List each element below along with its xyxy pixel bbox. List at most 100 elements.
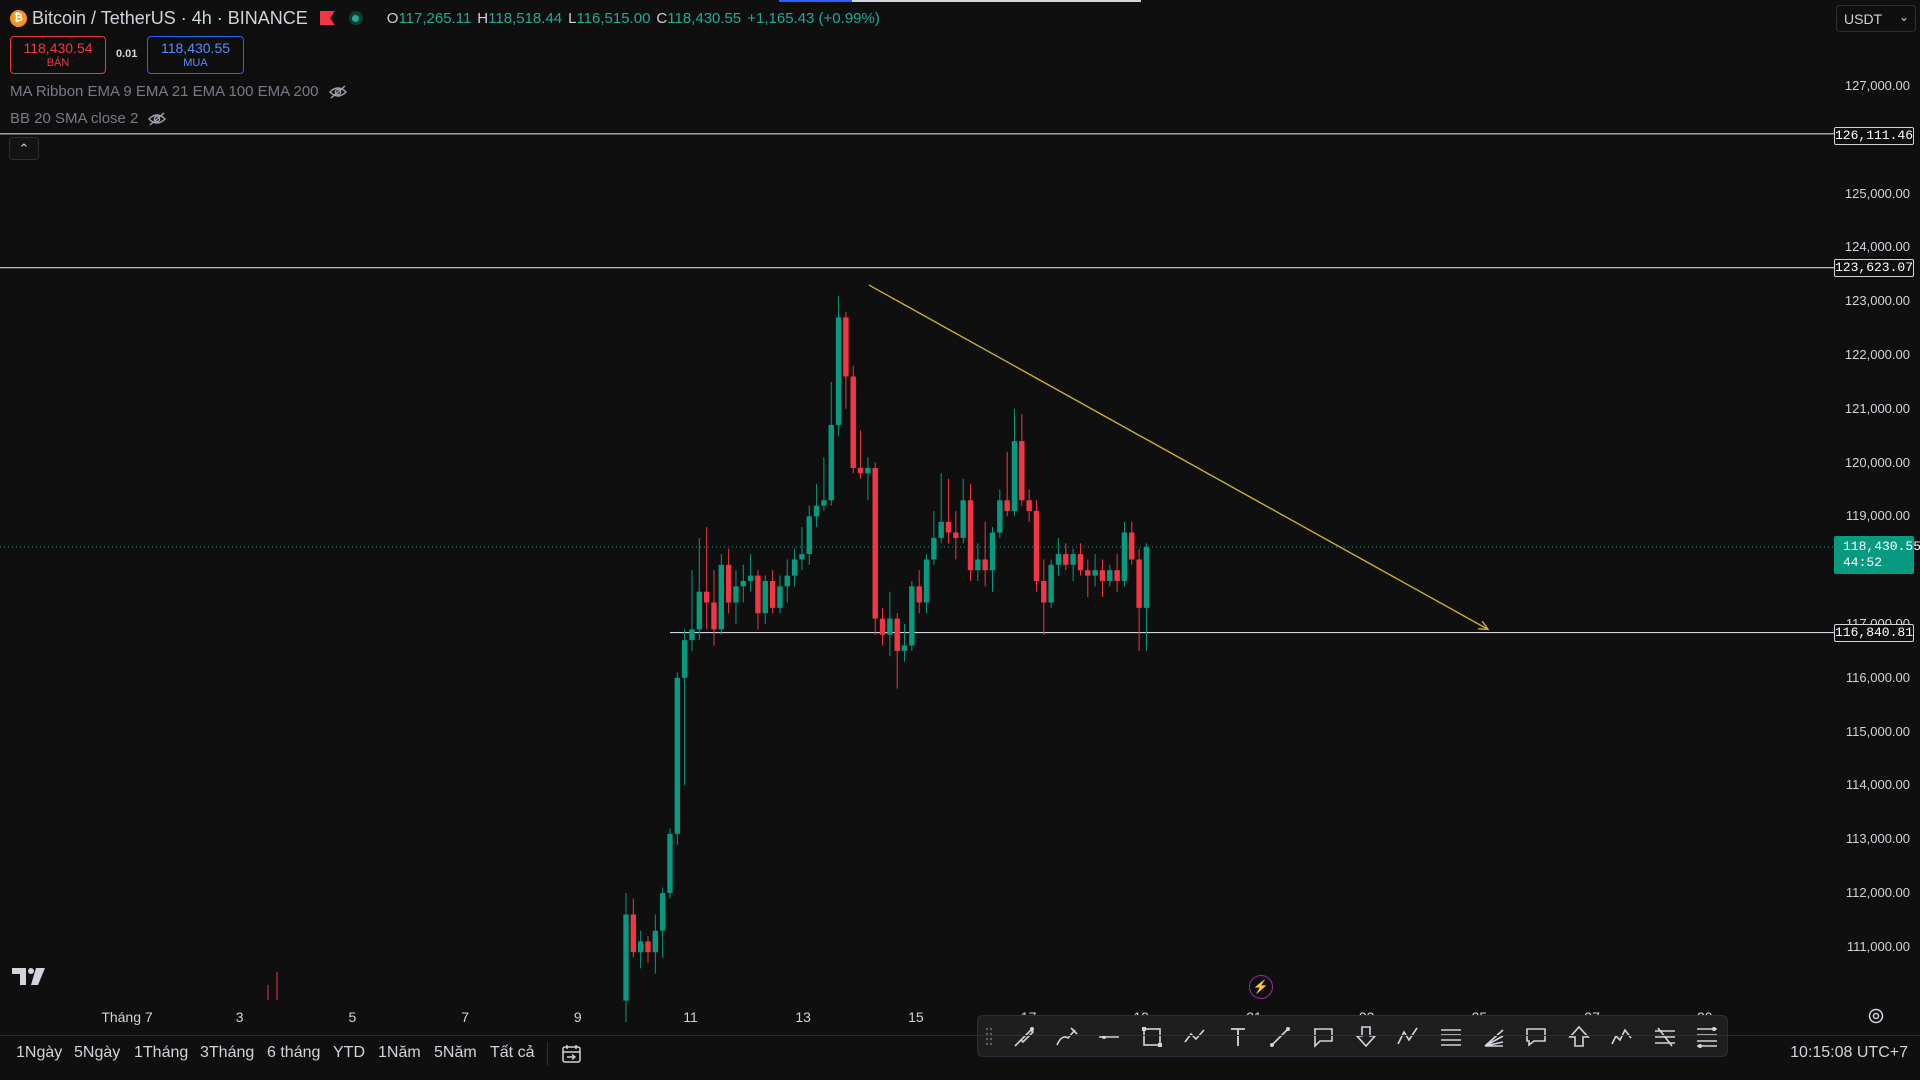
- eye-off-icon[interactable]: [328, 84, 347, 99]
- indicator-ma-ribbon[interactable]: MA Ribbon EMA 9 EMA 21 EMA 100 EMA 200: [10, 83, 347, 100]
- candle[interactable]: [762, 575, 768, 624]
- candle[interactable]: [799, 527, 805, 571]
- candle[interactable]: [1129, 521, 1135, 565]
- trend-line[interactable]: [868, 284, 1489, 630]
- symbol-title[interactable]: Bitcoin / TetherUS · 4h · BINANCE: [32, 8, 308, 29]
- candle[interactable]: [1092, 554, 1098, 587]
- candle[interactable]: [630, 898, 637, 958]
- chevron-up-icon[interactable]: ⌃: [9, 137, 39, 160]
- range-button[interactable]: YTD: [333, 1044, 365, 1062]
- flag-icon[interactable]: [319, 11, 335, 25]
- candle[interactable]: [923, 554, 930, 614]
- candle[interactable]: [645, 936, 651, 963]
- candle[interactable]: [1055, 537, 1062, 576]
- candle[interactable]: [769, 570, 776, 614]
- price-chart[interactable]: [0, 0, 1920, 1080]
- candle[interactable]: [1063, 543, 1069, 571]
- candle[interactable]: [1143, 543, 1150, 651]
- candle[interactable]: [931, 511, 937, 565]
- bolt-icon[interactable]: ⚡: [1249, 975, 1273, 999]
- candle[interactable]: [997, 489, 1003, 538]
- candle[interactable]: [975, 543, 981, 581]
- candle[interactable]: [857, 430, 864, 479]
- candle[interactable]: [689, 570, 695, 651]
- candle[interactable]: [1107, 564, 1113, 587]
- candle[interactable]: [982, 521, 988, 587]
- range-button[interactable]: 1Tháng: [134, 1044, 188, 1062]
- range-button[interactable]: Tất cả: [490, 1044, 534, 1062]
- candle[interactable]: [813, 484, 820, 528]
- range-button[interactable]: 3Tháng: [200, 1044, 254, 1062]
- candle[interactable]: [960, 478, 966, 544]
- candle[interactable]: [1019, 414, 1025, 506]
- candle[interactable]: [945, 478, 952, 544]
- candle[interactable]: [1121, 521, 1128, 587]
- candle[interactable]: [879, 607, 886, 646]
- candle[interactable]: [916, 570, 922, 614]
- candle[interactable]: [747, 554, 754, 592]
- candle[interactable]: [1099, 559, 1106, 598]
- candle[interactable]: [623, 893, 629, 1023]
- candle[interactable]: [652, 914, 659, 974]
- settings-icon[interactable]: [1867, 1007, 1885, 1025]
- range-button[interactable]: 1Ngày: [16, 1044, 62, 1062]
- candle[interactable]: [659, 887, 666, 958]
- candle[interactable]: [696, 537, 702, 641]
- candle[interactable]: [828, 381, 834, 506]
- candle[interactable]: [821, 457, 827, 512]
- candle[interactable]: [1011, 408, 1018, 517]
- range-button[interactable]: 5Năm: [434, 1044, 477, 1062]
- candle[interactable]: [791, 548, 798, 587]
- candle[interactable]: [887, 591, 893, 657]
- candle[interactable]: [989, 527, 996, 592]
- candle[interactable]: [777, 575, 783, 614]
- candle[interactable]: [755, 570, 761, 630]
- candle[interactable]: [1004, 451, 1010, 517]
- clock[interactable]: 10:15:08 UTC+7: [1790, 1044, 1908, 1062]
- candle[interactable]: [674, 672, 681, 845]
- candle[interactable]: [1136, 548, 1142, 651]
- range-button[interactable]: 5Ngày: [74, 1044, 120, 1062]
- candle[interactable]: [637, 930, 644, 969]
- goto-date-icon[interactable]: [561, 1044, 582, 1064]
- candle[interactable]: [1070, 548, 1076, 581]
- candle[interactable]: [1041, 559, 1047, 635]
- candle[interactable]: [1085, 559, 1091, 598]
- candle[interactable]: [711, 570, 717, 646]
- range-button[interactable]: 6 tháng: [267, 1044, 320, 1062]
- buy-button[interactable]: 118,430.55 MUA: [147, 36, 244, 74]
- candle[interactable]: [938, 473, 944, 544]
- candle[interactable]: [718, 554, 724, 635]
- candle[interactable]: [740, 564, 746, 603]
- candle[interactable]: [865, 457, 871, 501]
- candle[interactable]: [894, 613, 900, 689]
- candle[interactable]: [1048, 559, 1054, 608]
- candle[interactable]: [835, 295, 842, 436]
- candle[interactable]: [909, 580, 915, 651]
- candle[interactable]: [784, 559, 790, 603]
- candle[interactable]: [1114, 554, 1120, 592]
- currency-select[interactable]: USDT ⌄: [1836, 5, 1916, 32]
- eye-off-icon[interactable]: [148, 111, 167, 126]
- candle[interactable]: [806, 505, 812, 565]
- sell-button[interactable]: 118,430.54 BÁN: [10, 36, 106, 74]
- candle[interactable]: [703, 527, 710, 630]
- range-button[interactable]: 1Năm: [378, 1044, 421, 1062]
- candle[interactable]: [725, 548, 732, 614]
- tradingview-logo-icon[interactable]: [12, 966, 48, 986]
- indicator-bollinger[interactable]: BB 20 SMA close 2: [10, 110, 167, 127]
- candle[interactable]: [667, 828, 673, 899]
- candle[interactable]: [901, 624, 908, 662]
- symbol-header[interactable]: ₿ Bitcoin / TetherUS · 4h · BINANCE O117…: [10, 7, 880, 29]
- candle[interactable]: [1033, 500, 1040, 592]
- candle[interactable]: [850, 365, 856, 474]
- candle[interactable]: [967, 484, 974, 581]
- candle[interactable]: [953, 511, 959, 560]
- candle[interactable]: [1026, 489, 1032, 522]
- candle[interactable]: [681, 629, 688, 786]
- candle[interactable]: [1077, 543, 1084, 576]
- candle[interactable]: [872, 462, 878, 635]
- price-tick-label: 122,000.00: [1844, 347, 1910, 362]
- candle[interactable]: [843, 311, 849, 409]
- candle[interactable]: [733, 570, 739, 624]
